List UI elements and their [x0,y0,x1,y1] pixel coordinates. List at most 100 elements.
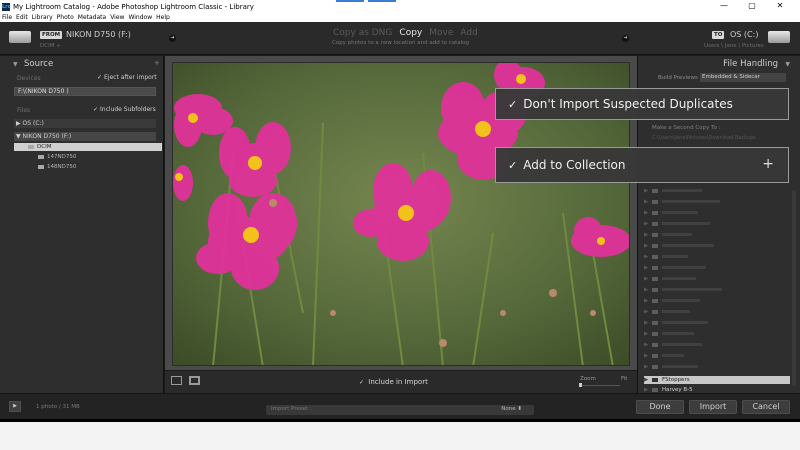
os-taskbar [0,419,800,450]
add-source-icon[interactable]: + [154,59,160,67]
check-icon: ✓ [97,74,103,81]
collection-row[interactable]: ▶ [644,198,794,206]
second-copy-label: Make a Second Copy To : [652,125,721,131]
minimize-button[interactable]: — [710,0,738,13]
menu-view[interactable]: View [110,14,124,21]
taskbar-indicator [336,0,364,2]
folder-label: DCIM [37,144,52,150]
include-in-import-checkbox[interactable]: ✓ Include in Import [359,378,428,386]
add-to-collection-callout[interactable]: ✓ Add to Collection + [495,147,789,183]
import-preset-select[interactable]: None ⬍ [501,406,522,412]
source-panel-title[interactable]: Source [24,59,53,69]
dont-import-duplicates-label: Don't Import Suspected Duplicates [523,97,733,111]
cancel-button[interactable]: Cancel [742,400,790,414]
bottom-bar: ▶ 1 photo / 31 MB Import Preset : None ⬍… [0,393,800,419]
menu-library[interactable]: Library [32,14,53,21]
eject-after-import-checkbox[interactable]: ✓ Eject after import [97,74,157,81]
to-badge: TO [712,31,725,39]
collection-row[interactable]: ▶ [644,253,794,261]
check-icon: ✓ [508,158,518,172]
import-header: FROM NIKON D750 (F:) DCIM ÷ ➜ Copy as DN… [0,22,800,55]
file-handling-title[interactable]: File Handling [723,59,778,69]
folder-icon [38,164,44,169]
build-previews-label: Build Previews [658,75,698,81]
collection-row[interactable]: ▶ [644,275,794,283]
collection-row[interactable]: ▶ [644,308,794,316]
files-label: Files [17,107,31,114]
second-copy-path[interactable]: C:\Users\Jane\Pictures\Download Backups [652,135,756,141]
to-device[interactable]: OS (C:) [730,30,758,39]
import-preset-bar[interactable]: Import Preset : None ⬍ [266,405,534,415]
include-subfolders-checkbox[interactable]: ✓ Include Subfolders [93,106,156,113]
import-button[interactable]: Import [689,400,737,414]
arrow-right-icon-2: ➜ [622,35,629,42]
mode-move[interactable]: Move [429,28,453,38]
collection-row[interactable]: ▶ [644,264,794,272]
collection-row[interactable]: ▶ [644,341,794,349]
folder-147nd750[interactable]: 147ND750 [14,153,162,161]
zoom-slider-handle[interactable] [579,383,582,387]
drive-nikon[interactable]: ▼ NIKON D750 (F:) [14,132,156,141]
collection-row[interactable]: ▶ [644,220,794,228]
build-previews-select[interactable]: Embedded & Sidecar [700,73,786,82]
menu-file[interactable]: File [2,14,12,21]
preview-toolbar: ✓ Include in Import Zoom Fit [165,371,637,393]
done-button[interactable]: Done [636,400,684,414]
check-icon: ✓ [359,379,365,386]
window-title-bar: Lrc My Lightroom Catalog - Adobe Photosh… [0,0,800,13]
source-panel: ▼ Source + Devices ✓ Eject after import F… [0,56,164,393]
collection-row[interactable]: ▶ [644,352,794,360]
zoom-label: Zoom [580,376,596,382]
lightroom-app-icon: Lrc [2,2,11,11]
collection-row[interactable]: ▶ [644,242,794,250]
dont-import-duplicates-callout[interactable]: ✓ Don't Import Suspected Duplicates [495,88,789,120]
collapse-arrow-icon[interactable]: ▼ [785,61,790,68]
expand-dialog-button[interactable]: ▶ [9,401,21,412]
collection-row[interactable]: ▶ [644,330,794,338]
import-mode-tabs: Copy as DNG Copy Move Add [333,28,478,38]
mode-copy-as-dng[interactable]: Copy as DNG [333,28,392,38]
mode-add[interactable]: Add [460,28,477,38]
collection-row[interactable]: ▶ [644,209,794,217]
menu-metadata[interactable]: Metadata [78,14,106,21]
collection-row[interactable]: ▶ [644,363,794,371]
collection-row[interactable]: ▶ [644,297,794,305]
zoom-slider-track[interactable] [580,385,620,386]
hard-drive-icon [768,31,790,43]
collection-row[interactable]: ▶ [644,319,794,327]
menu-photo[interactable]: Photo [57,14,74,21]
from-badge: FROM [40,31,63,39]
menu-help[interactable]: Help [156,14,170,21]
menu-edit[interactable]: Edit [16,14,28,21]
folder-icon [38,154,44,159]
loupe-view-icon[interactable] [189,376,200,385]
from-path[interactable]: DCIM ÷ [40,43,61,49]
collection-row[interactable]: ▶ [644,231,794,239]
menu-window[interactable]: Window [128,14,152,21]
fit-label[interactable]: Fit [621,376,627,382]
collapse-arrow-icon[interactable]: ▼ [13,61,18,68]
close-button[interactable]: ✕ [766,0,794,13]
drive-os-c[interactable]: ▶ OS (C:) [14,119,156,128]
folder-label: 148ND750 [47,164,77,170]
device-field[interactable]: F:\(NIKON D750 ) [14,87,156,96]
collection-label: FStoppers [662,377,690,383]
folder-label: 147ND750 [47,154,77,160]
add-collection-plus-icon[interactable]: + [762,156,774,172]
maximize-button[interactable]: ▢ [738,0,766,13]
devices-label: Devices [17,75,41,82]
mode-copy[interactable]: Copy [399,28,422,38]
from-device[interactable]: NIKON D750 (F:) [66,30,131,39]
collection-fstoppers[interactable]: ▶ FStoppers [644,376,790,384]
to-path[interactable]: Users \ Jane \ Pictures [704,43,764,49]
folder-148nd750[interactable]: 148ND750 [14,163,162,171]
grid-view-icon[interactable] [171,376,182,385]
folder-dcim[interactable]: DCIM [14,143,162,151]
collection-row[interactable]: ▶ [644,187,794,195]
eject-label: Eject after import [104,74,157,81]
include-in-import-label: Include in Import [368,378,428,386]
import-preset-label: Import Preset : [271,406,312,412]
camera-device-icon [9,31,31,43]
check-icon: ✓ [508,97,518,111]
collection-row[interactable]: ▶ [644,286,794,294]
